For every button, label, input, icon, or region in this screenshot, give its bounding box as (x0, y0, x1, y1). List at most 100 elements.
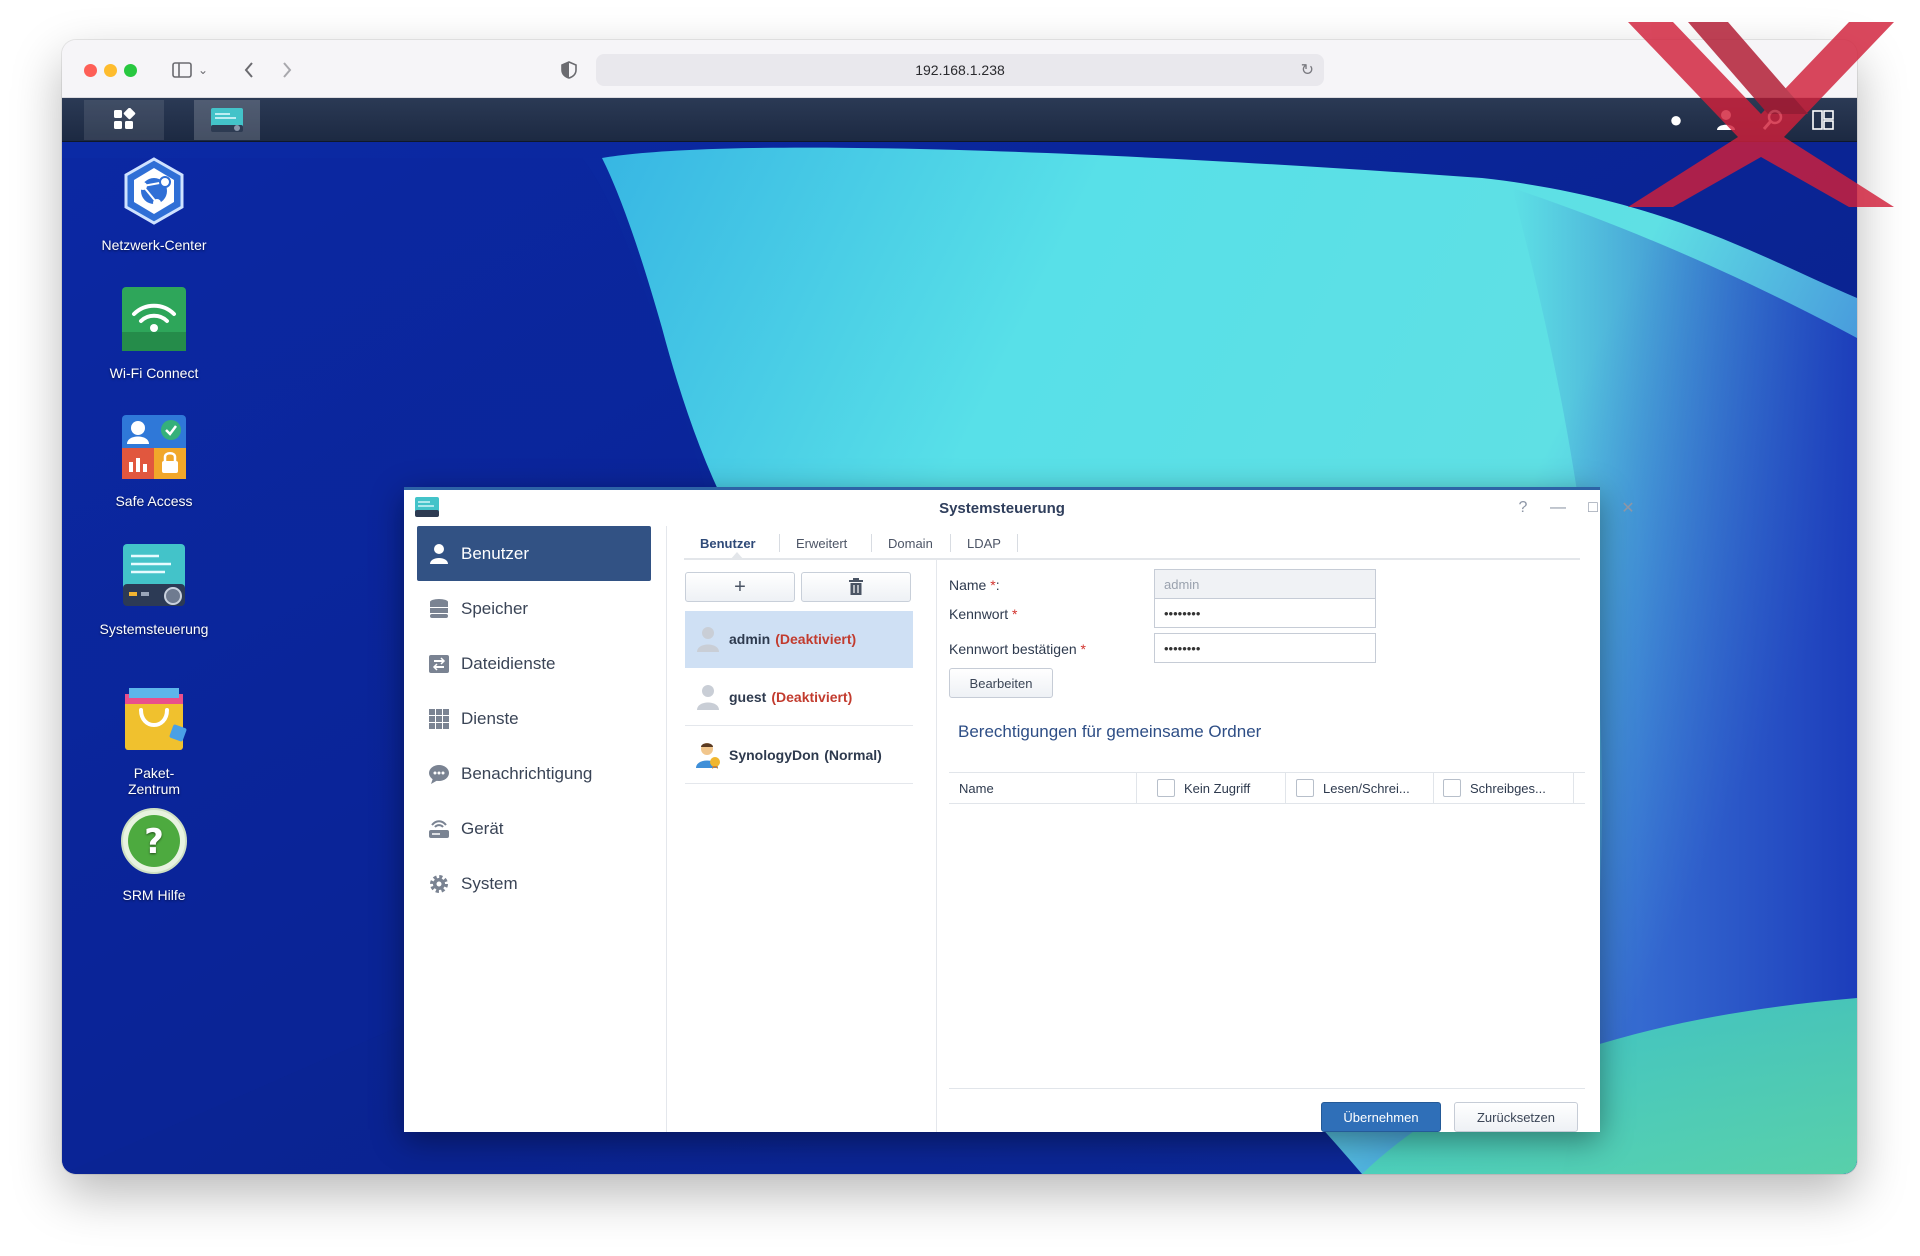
sidebar-item-dienste[interactable]: Dienste (417, 691, 651, 746)
column-label: Kein Zugriff (1184, 780, 1251, 796)
address-bar[interactable]: 192.168.1.238 ↻ (596, 54, 1324, 86)
footer-divider (949, 1088, 1585, 1089)
column-kein-zugriff[interactable]: Kein Zugriff (1157, 773, 1250, 803)
minimize-window-button[interactable] (104, 64, 117, 77)
srm-desktop: ● Netzwerk-Center Wi-Fi Connect Safe Acc… (62, 98, 1857, 1174)
column-divider (1285, 773, 1286, 803)
sidebar-item-system[interactable]: System (417, 856, 651, 911)
desktop-icon-systemsteuerung[interactable]: Systemsteuerung (79, 540, 229, 637)
column-lesen-schreiben[interactable]: Lesen/Schrei... (1296, 773, 1410, 803)
user-state: (Deaktiviert) (775, 631, 857, 647)
window-title[interactable]: Systemsteuerung (404, 490, 1600, 526)
tab-benutzer[interactable]: Benutzer (684, 526, 772, 560)
desktop-icon-label: Safe Access (115, 493, 193, 509)
column-name[interactable]: Name (959, 773, 994, 803)
select-all-read-write-checkbox[interactable] (1296, 779, 1314, 797)
sidebar-toggle-icon[interactable] (170, 57, 194, 83)
users-list-panel: + admin (Deaktiviert) guest (Deaktiviert… (667, 560, 937, 1132)
desktop-icon-paket-zentrum[interactable]: Paket- Zentrum (79, 668, 229, 813)
delete-user-button[interactable] (801, 572, 911, 602)
control-panel-window: Systemsteuerung ? — □ ✕ Benutzer Speiche… (404, 487, 1635, 1132)
user-row-admin[interactable]: admin (Deaktiviert) (685, 611, 913, 668)
column-divider (1136, 773, 1137, 803)
trash-icon (849, 578, 863, 595)
user-detail-panel: Name *: admin Kennwort * •••••••• Kennwo… (949, 560, 1585, 1132)
minimize-icon[interactable]: — (1548, 498, 1568, 518)
desktop-icon-wifi-connect[interactable]: Wi-Fi Connect (79, 284, 229, 381)
package-center-icon (125, 688, 187, 750)
reset-button[interactable]: Zurücksetzen (1454, 1102, 1578, 1132)
password-field[interactable]: •••••••• (1154, 598, 1376, 628)
file-services-icon (427, 652, 451, 676)
user-state: (Deaktiviert) (771, 689, 853, 705)
admin-user-avatar-icon (696, 743, 720, 769)
permissions-title: Berechtigungen für gemeinsame Ordner (958, 722, 1262, 741)
sidebar-item-dateidienste[interactable]: Dateidienste (417, 636, 651, 691)
desktop-icon-label: Wi-Fi Connect (109, 365, 199, 381)
help-icon[interactable]: ? (1513, 498, 1533, 518)
desktop-icon-label: Netzwerk-Center (101, 237, 207, 253)
reload-icon[interactable]: ↻ (1301, 60, 1314, 80)
close-icon[interactable]: ✕ (1618, 498, 1638, 518)
select-all-no-access-checkbox[interactable] (1157, 779, 1175, 797)
sidebar-item-label: Speicher (461, 598, 529, 618)
url-text: 192.168.1.238 (915, 62, 1005, 78)
browser-window: ⌄ 192.168.1.238 ↻ ● Netzwerk-Center Wi-F… (62, 40, 1857, 1174)
tab-divider (1017, 534, 1018, 552)
add-user-button[interactable]: + (685, 572, 795, 602)
sidebar-item-speicher[interactable]: Speicher (417, 581, 651, 636)
column-schreibgeschuetzt[interactable]: Schreibges... (1443, 773, 1546, 803)
sidebar-item-label: Gerät (461, 818, 504, 838)
sidebar: Benutzer Speicher Dateidienste Dienste B… (404, 526, 667, 1132)
desktop-icon-label: Systemsteuerung (99, 621, 209, 637)
column-label: Lesen/Schrei... (1323, 780, 1410, 796)
desktop-icon-label: Paket- Zentrum (127, 765, 181, 797)
edit-button[interactable]: Bearbeiten (949, 668, 1053, 698)
taskbar-systemsteuerung[interactable] (194, 100, 260, 140)
permissions-grid-header: Name Kein Zugriff Lesen/Schrei... Schrei… (949, 772, 1585, 804)
forward-icon[interactable] (276, 57, 298, 83)
control-panel-icon (123, 544, 185, 606)
user-row-guest[interactable]: guest (Deaktiviert) (685, 669, 913, 726)
tab-ldap[interactable]: LDAP (951, 526, 1017, 560)
user-avatar-icon (697, 627, 719, 652)
tab-erweitert[interactable]: Erweitert (780, 526, 863, 560)
services-grid-icon (427, 707, 451, 731)
user-avatar-icon (697, 685, 719, 710)
sidebar-item-benutzer[interactable]: Benutzer (417, 526, 651, 581)
name-label: Name *: (949, 577, 1000, 593)
router-icon (427, 817, 451, 841)
network-center-icon (124, 157, 184, 225)
user-state: (Normal) (824, 747, 882, 763)
column-divider (1573, 773, 1574, 803)
desktop-icon-netzwerk-center[interactable]: Netzwerk-Center (79, 156, 229, 253)
chevron-down-icon[interactable]: ⌄ (196, 57, 210, 83)
privacy-shield-icon[interactable] (558, 57, 580, 83)
sidebar-item-geraet[interactable]: Gerät (417, 801, 651, 856)
close-window-button[interactable] (84, 64, 97, 77)
maximize-icon[interactable]: □ (1583, 498, 1603, 518)
column-label: Schreibges... (1470, 780, 1546, 796)
gear-icon (427, 872, 451, 896)
sidebar-item-benachrichtigung[interactable]: Benachrichtigung (417, 746, 651, 801)
back-icon[interactable] (238, 57, 260, 83)
select-all-read-only-checkbox[interactable] (1443, 779, 1461, 797)
user-name: admin (729, 631, 771, 647)
tab-domain[interactable]: Domain (872, 526, 949, 560)
svg-text:?: ? (144, 822, 164, 862)
sidebar-item-label: Benachrichtigung (461, 763, 593, 783)
main-menu-button[interactable] (84, 100, 164, 140)
confirm-password-field[interactable]: •••••••• (1154, 633, 1376, 663)
apply-button[interactable]: Übernehmen (1321, 1102, 1441, 1132)
zoom-window-button[interactable] (124, 64, 137, 77)
desktop-icon-safe-access[interactable]: Safe Access (79, 412, 229, 509)
taskbar: ● (62, 98, 1857, 142)
sidebar-item-label: Dateidienste (461, 653, 556, 673)
watermark-logo (1628, 22, 1894, 207)
notification-bubble-icon (427, 762, 451, 786)
desktop-icon-srm-hilfe[interactable]: ? SRM Hilfe (79, 806, 229, 903)
name-field: admin (1154, 569, 1376, 599)
user-row-synologydon[interactable]: SynologyDon (Normal) (685, 727, 913, 784)
storage-icon (427, 597, 451, 621)
column-divider (1433, 773, 1434, 803)
